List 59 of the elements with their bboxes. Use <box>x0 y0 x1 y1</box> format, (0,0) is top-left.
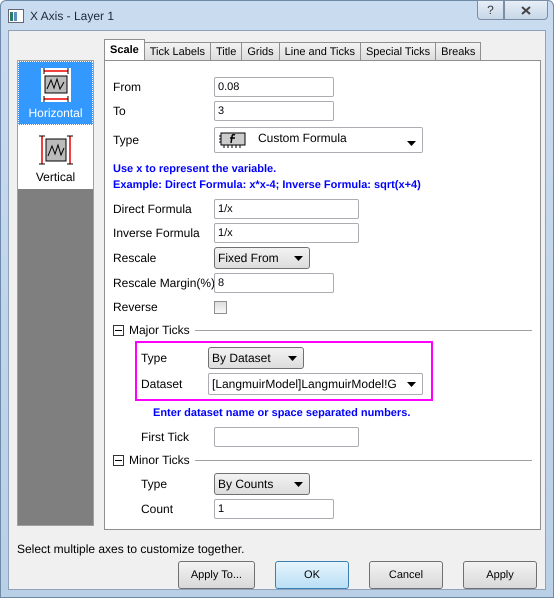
section-title: Major Ticks <box>129 323 190 337</box>
app-icon <box>8 8 24 22</box>
dropdown[interactable]: [LangmuirModel]LangmuirModel!G <box>208 373 423 395</box>
tab[interactable]: Grids <box>241 42 280 60</box>
function-icon <box>218 131 248 149</box>
field-label: From <box>113 80 142 94</box>
tab[interactable]: Breaks <box>435 42 482 60</box>
field-label: Dataset <box>141 377 184 391</box>
dialog-button[interactable]: Cancel <box>369 561 443 589</box>
field-label: Direct Formula <box>113 202 193 216</box>
hint-text: Use x to represent the variable. <box>113 162 278 177</box>
close-icon <box>521 6 531 14</box>
hint-text: Enter dataset name or space separated numbers. <box>153 406 412 421</box>
input-field[interactable]: 0.08 <box>214 77 334 97</box>
close-button[interactable] <box>504 0 548 20</box>
input-field[interactable] <box>214 427 359 447</box>
field-label: Type <box>141 477 168 491</box>
field-label: First Tick <box>141 430 190 444</box>
field-label: Count <box>141 502 174 516</box>
tab[interactable]: Line and Ticks <box>278 42 361 60</box>
tab[interactable]: Title <box>210 42 242 60</box>
input-field[interactable]: 1 <box>214 499 334 519</box>
input-field[interactable]: 8 <box>214 273 334 293</box>
window-title: X Axis - Layer 1 <box>30 8 114 22</box>
field-label: Rescale <box>113 251 158 265</box>
dropdown[interactable]: By Counts <box>214 473 310 495</box>
status-text: Select multiple axes to customize together. <box>17 542 246 556</box>
tab[interactable]: Tick Labels <box>144 42 211 60</box>
field-label: Rescale Margin(%) <box>113 276 214 290</box>
dropdown-arrow-icon <box>294 482 303 486</box>
horizontal-axis-icon <box>40 68 70 102</box>
vertical-axis-icon <box>38 134 72 166</box>
input-field[interactable]: 1/x <box>214 199 359 219</box>
tab[interactable]: Scale <box>104 39 145 60</box>
collapse-toggle[interactable] <box>113 324 124 336</box>
tab[interactable]: Special Ticks <box>360 42 436 60</box>
collapse-toggle[interactable] <box>113 454 124 466</box>
section-title: Minor Ticks <box>129 453 190 467</box>
dropdown-arrow-icon <box>407 140 416 146</box>
dialog-button[interactable]: OK <box>275 561 349 589</box>
input-field[interactable]: 3 <box>214 101 334 121</box>
field-label: Type <box>113 133 140 147</box>
help-button[interactable]: ? <box>477 0 504 20</box>
field-label: To <box>113 104 127 118</box>
field-label: Reverse <box>113 300 159 314</box>
dropdown[interactable]: Fixed From <box>214 247 310 269</box>
field-label: Inverse Formula <box>113 226 201 240</box>
checkbox[interactable] <box>214 300 227 314</box>
dropdown[interactable]: By Dataset <box>208 347 304 369</box>
dialog-button[interactable]: Apply <box>463 561 537 589</box>
dialog-button[interactable]: Apply To... <box>178 561 255 589</box>
hint-text: Example: Direct Formula: x*x-4; Inverse Formula: sqrt(x+4) <box>113 178 422 193</box>
input-field[interactable]: 1/x <box>214 223 359 243</box>
dropdown-arrow-icon <box>406 382 416 386</box>
dropdown-arrow-icon <box>294 256 303 260</box>
field-label: Type <box>141 351 168 365</box>
axis-list-item[interactable]: Vertical <box>18 125 93 189</box>
dropdown[interactable]: Custom Formula <box>214 127 423 153</box>
dropdown-arrow-icon <box>288 356 297 360</box>
